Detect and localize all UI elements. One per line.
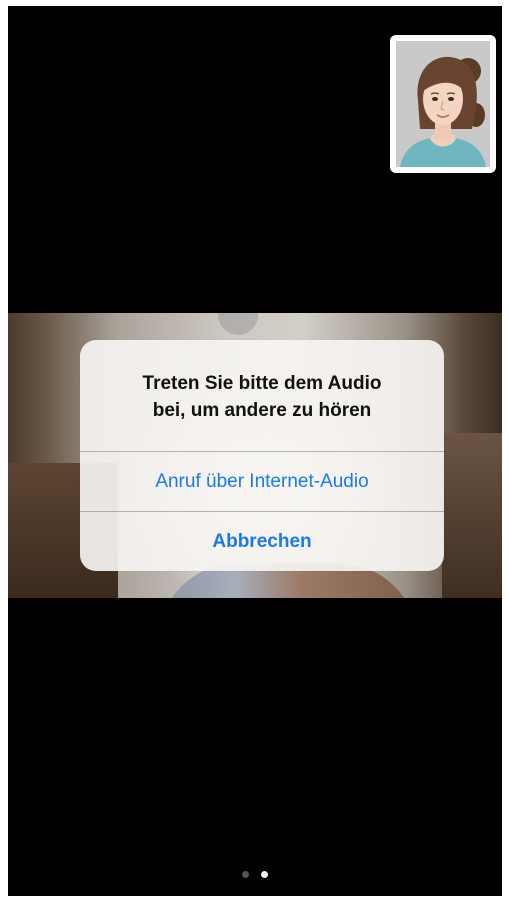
page-dot bbox=[242, 871, 249, 878]
self-view-thumbnail[interactable] bbox=[390, 35, 496, 173]
avatar-portrait-icon bbox=[396, 41, 490, 167]
background-shelf-right bbox=[442, 433, 502, 598]
cancel-button[interactable]: Abbrechen bbox=[80, 512, 444, 571]
page-indicator[interactable] bbox=[8, 871, 502, 878]
internet-audio-button[interactable]: Anruf über Internet-Audio bbox=[80, 452, 444, 511]
avatar-illustration bbox=[396, 41, 490, 167]
video-call-screen: Treten Sie bitte dem Audio bei, um ander… bbox=[8, 6, 502, 896]
join-audio-alert: Treten Sie bitte dem Audio bei, um ander… bbox=[80, 340, 444, 571]
page-dot-active bbox=[261, 871, 268, 878]
alert-title: Treten Sie bitte dem Audio bei, um ander… bbox=[142, 373, 382, 421]
background-lamp bbox=[218, 313, 258, 335]
